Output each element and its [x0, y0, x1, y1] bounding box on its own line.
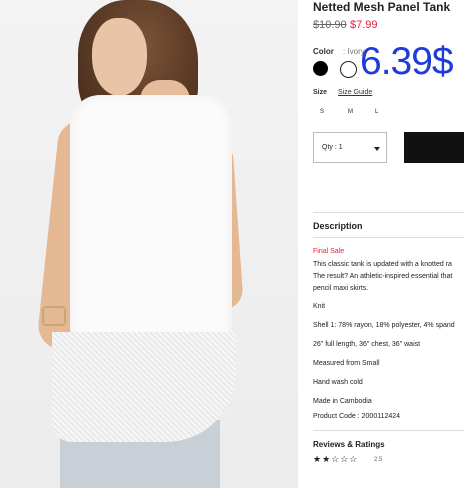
description-line: The result? An athletic-inspired essenti…	[313, 273, 453, 280]
chevron-down-icon	[374, 147, 380, 151]
fabric-type: Knit	[313, 303, 326, 310]
product-code: Product Code : 2000112424	[313, 413, 401, 420]
rating-value: 2.5	[374, 457, 383, 463]
quantity-select[interactable]: Qty : 1	[313, 132, 387, 163]
measurements-line: 26" full length, 36" chest, 36" waist	[313, 341, 421, 348]
sale-price: $7.99	[350, 19, 378, 31]
add-to-bag-button[interactable]	[404, 132, 464, 163]
care-line: Hand wash cold	[313, 379, 363, 386]
swatch-ivory[interactable]	[340, 61, 357, 78]
star-rating[interactable]: ★★☆☆☆	[313, 454, 358, 465]
content-line: Shell 1: 78% rayon, 18% polyester, 4% sp…	[313, 322, 455, 329]
original-price: $10.90	[313, 19, 347, 31]
size-label: Size	[313, 89, 328, 96]
product-title: Netted Mesh Panel Tank	[313, 0, 451, 14]
tank-top	[70, 95, 232, 340]
divider	[313, 237, 464, 238]
mesh-panel	[52, 332, 236, 442]
product-image	[0, 0, 298, 488]
description-heading: Description	[313, 221, 363, 231]
reviews-heading: Reviews & Ratings	[313, 440, 385, 449]
final-sale-label: Final Sale	[313, 248, 345, 255]
measured-from-line: Measured from Small	[313, 360, 380, 367]
size-option-m[interactable]: M	[348, 109, 353, 115]
color-label: Color	[313, 47, 334, 56]
bracelet	[42, 306, 66, 326]
description-line: pencil maxi skirts.	[313, 285, 369, 292]
swatch-black[interactable]	[313, 61, 328, 76]
size-option-s[interactable]: S	[320, 109, 324, 115]
overlay-price: 6.39$	[360, 40, 454, 83]
size-guide-link[interactable]: Size Guide	[338, 89, 372, 96]
origin-line: Made in Cambodia	[313, 398, 372, 405]
divider	[313, 212, 464, 213]
size-option-l[interactable]: L	[375, 109, 378, 115]
quantity-value: Qty : 1	[322, 144, 343, 151]
divider	[313, 430, 464, 431]
description-line: This classic tank is updated with a knot…	[313, 261, 452, 268]
model-face	[92, 18, 147, 96]
